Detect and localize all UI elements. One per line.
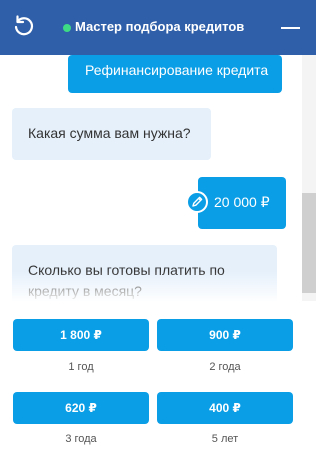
chat-scrollbar[interactable]: [302, 55, 316, 301]
option-term-3: 3 года: [65, 433, 97, 445]
user-message: 20 000 ₽: [198, 177, 286, 229]
user-message: Рефинансирование кредита: [68, 55, 282, 93]
header-bar: Мастер подбора кредитов: [0, 0, 316, 55]
pencil-icon[interactable]: [186, 191, 208, 213]
minimize-icon[interactable]: [281, 27, 300, 29]
refresh-icon[interactable]: [12, 15, 36, 39]
option-button-3[interactable]: 620 ₽: [13, 392, 149, 424]
header-title: Мастер подбора кредитов: [75, 19, 245, 34]
answer-options: 1 800 ₽ 1 год 900 ₽ 2 года 620 ₽ 3 года …: [0, 301, 316, 465]
option-term-2: 2 года: [209, 361, 241, 373]
online-status-dot: [63, 24, 71, 32]
option-term-4: 5 лет: [211, 433, 239, 445]
chat-area[interactable]: Рефинансирование кредита Какая сумма вам…: [0, 55, 316, 301]
scrollbar-thumb[interactable]: [302, 193, 316, 293]
chat-fade: [0, 271, 302, 301]
option-term-1: 1 год: [68, 361, 94, 373]
option-button-4[interactable]: 400 ₽: [157, 392, 293, 424]
option-button-2[interactable]: 900 ₽: [157, 319, 293, 351]
option-button-1[interactable]: 1 800 ₽: [13, 319, 149, 351]
bot-message: Какая сумма вам нужна?: [12, 108, 211, 160]
